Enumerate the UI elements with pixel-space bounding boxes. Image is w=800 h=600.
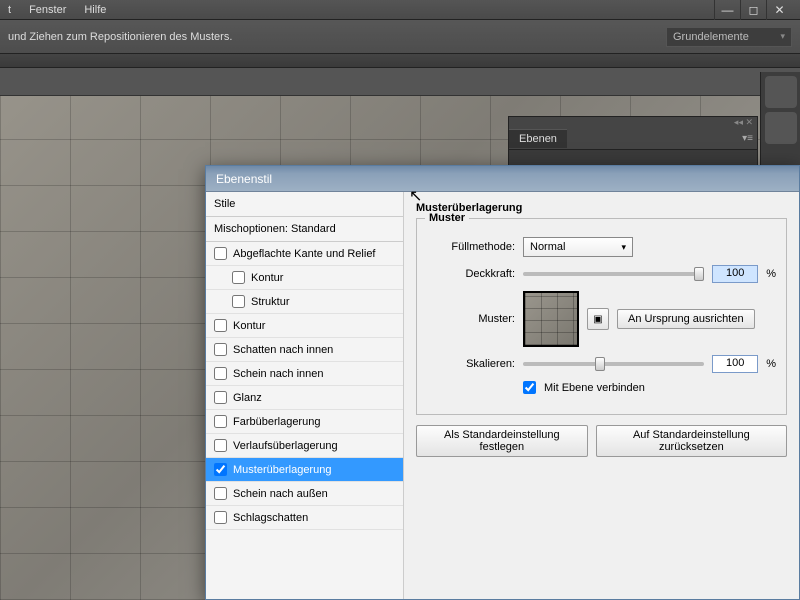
opacity-slider[interactable] <box>523 272 704 276</box>
scale-label: Skalieren: <box>427 358 515 370</box>
style-item-label: Struktur <box>251 296 290 308</box>
style-item-label: Verlaufsüberlagerung <box>233 440 338 452</box>
menu-item-window[interactable]: Fenster <box>29 4 66 16</box>
dock-icon[interactable] <box>765 112 797 144</box>
options-bar: und Ziehen zum Repositionieren des Muste… <box>0 20 800 54</box>
style-item[interactable]: Schlagschatten <box>206 506 403 530</box>
hint-text: und Ziehen zum Repositionieren des Muste… <box>8 31 232 43</box>
dialog-title: Ebenenstil <box>216 172 272 186</box>
layers-tab[interactable]: Ebenen <box>509 129 567 148</box>
link-layer-checkbox[interactable] <box>523 381 536 394</box>
menubar: t Fenster Hilfe — ◻ ✕ <box>0 0 800 20</box>
style-item[interactable]: Schatten nach innen <box>206 338 403 362</box>
style-item-checkbox[interactable] <box>214 343 227 356</box>
style-item[interactable]: Struktur <box>206 290 403 314</box>
style-item-checkbox[interactable] <box>232 295 245 308</box>
style-item-checkbox[interactable] <box>214 463 227 476</box>
close-icon[interactable]: ✕ <box>766 0 792 20</box>
pattern-label: Muster: <box>427 313 515 325</box>
layer-style-dialog: Ebenenstil Stile Mischoptionen: Standard… <box>205 165 800 600</box>
tab-strip <box>0 54 800 68</box>
snap-origin-button[interactable]: An Ursprung ausrichten <box>617 309 755 329</box>
pct-label: % <box>766 268 776 280</box>
pct-label: % <box>766 358 776 370</box>
pattern-fieldset: Muster Füllmethode: Normal Deckkraft: 10… <box>416 218 787 415</box>
pattern-picker-icon[interactable]: ▣ <box>587 308 609 330</box>
style-item[interactable]: Schein nach außen <box>206 482 403 506</box>
style-item[interactable]: Glanz <box>206 386 403 410</box>
toolbar-dropdown[interactable]: Grundelemente <box>666 27 792 47</box>
style-item[interactable]: Farbüberlagerung <box>206 410 403 434</box>
maximize-icon[interactable]: ◻ <box>740 0 766 20</box>
pattern-swatch[interactable] <box>523 291 579 347</box>
style-item-label: Musterüberlagerung <box>233 464 331 476</box>
style-item[interactable]: Verlaufsüberlagerung <box>206 434 403 458</box>
style-item-label: Glanz <box>233 392 262 404</box>
style-item-checkbox[interactable] <box>232 271 245 284</box>
style-item[interactable]: Abgeflachte Kante und Relief <box>206 242 403 266</box>
style-item-checkbox[interactable] <box>214 415 227 428</box>
options-column: Musterüberlagerung Muster Füllmethode: N… <box>404 192 799 599</box>
panel-menu-icon[interactable]: ▾≡ <box>738 133 757 144</box>
style-item-label: Kontur <box>233 320 265 332</box>
style-item-checkbox[interactable] <box>214 439 227 452</box>
scale-slider[interactable] <box>523 362 704 366</box>
reset-default-button[interactable]: Auf Standardeinstellung zurücksetzen <box>596 425 787 457</box>
style-item[interactable]: Kontur <box>206 266 403 290</box>
opacity-label: Deckkraft: <box>427 268 515 280</box>
style-item-label: Farbüberlagerung <box>233 416 320 428</box>
panel-handle[interactable]: ◂◂ ✕ <box>509 117 757 127</box>
dock-icon[interactable] <box>765 76 797 108</box>
style-item-checkbox[interactable] <box>214 319 227 332</box>
blend-mode-label: Füllmethode: <box>427 241 515 253</box>
fieldset-legend: Muster <box>425 212 469 224</box>
style-item-label: Kontur <box>251 272 283 284</box>
style-item-label: Abgeflachte Kante und Relief <box>233 248 376 260</box>
minimize-icon[interactable]: — <box>714 0 740 20</box>
link-layer-label: Mit Ebene verbinden <box>544 382 645 394</box>
window-controls: — ◻ ✕ <box>714 0 792 20</box>
style-item-checkbox[interactable] <box>214 391 227 404</box>
styles-header: Stile <box>206 192 403 217</box>
style-item[interactable]: Musterüberlagerung <box>206 458 403 482</box>
style-item[interactable]: Schein nach innen <box>206 362 403 386</box>
style-item-label: Schatten nach innen <box>233 344 333 356</box>
menu-item-help[interactable]: Hilfe <box>84 4 106 16</box>
style-item-label: Schein nach innen <box>233 368 324 380</box>
style-item-label: Schein nach außen <box>233 488 328 500</box>
make-default-button[interactable]: Als Standardeinstellung festlegen <box>416 425 588 457</box>
style-item-checkbox[interactable] <box>214 487 227 500</box>
styles-list: Stile Mischoptionen: Standard Abgeflacht… <box>206 192 404 599</box>
style-item-label: Schlagschatten <box>233 512 308 524</box>
section-title: Musterüberlagerung <box>416 202 787 214</box>
blend-mode-select[interactable]: Normal <box>523 237 633 257</box>
ruler <box>0 68 800 96</box>
layers-panel: ◂◂ ✕ Ebenen ▾≡ <box>508 116 758 166</box>
style-item-checkbox[interactable] <box>214 247 227 260</box>
menu-item[interactable]: t <box>8 4 11 16</box>
style-item-checkbox[interactable] <box>214 367 227 380</box>
scale-input[interactable]: 100 <box>712 355 758 373</box>
blending-options-row[interactable]: Mischoptionen: Standard <box>206 217 403 242</box>
style-item[interactable]: Kontur <box>206 314 403 338</box>
dialog-titlebar[interactable]: Ebenenstil <box>206 166 799 192</box>
opacity-input[interactable]: 100 <box>712 265 758 283</box>
style-item-checkbox[interactable] <box>214 511 227 524</box>
